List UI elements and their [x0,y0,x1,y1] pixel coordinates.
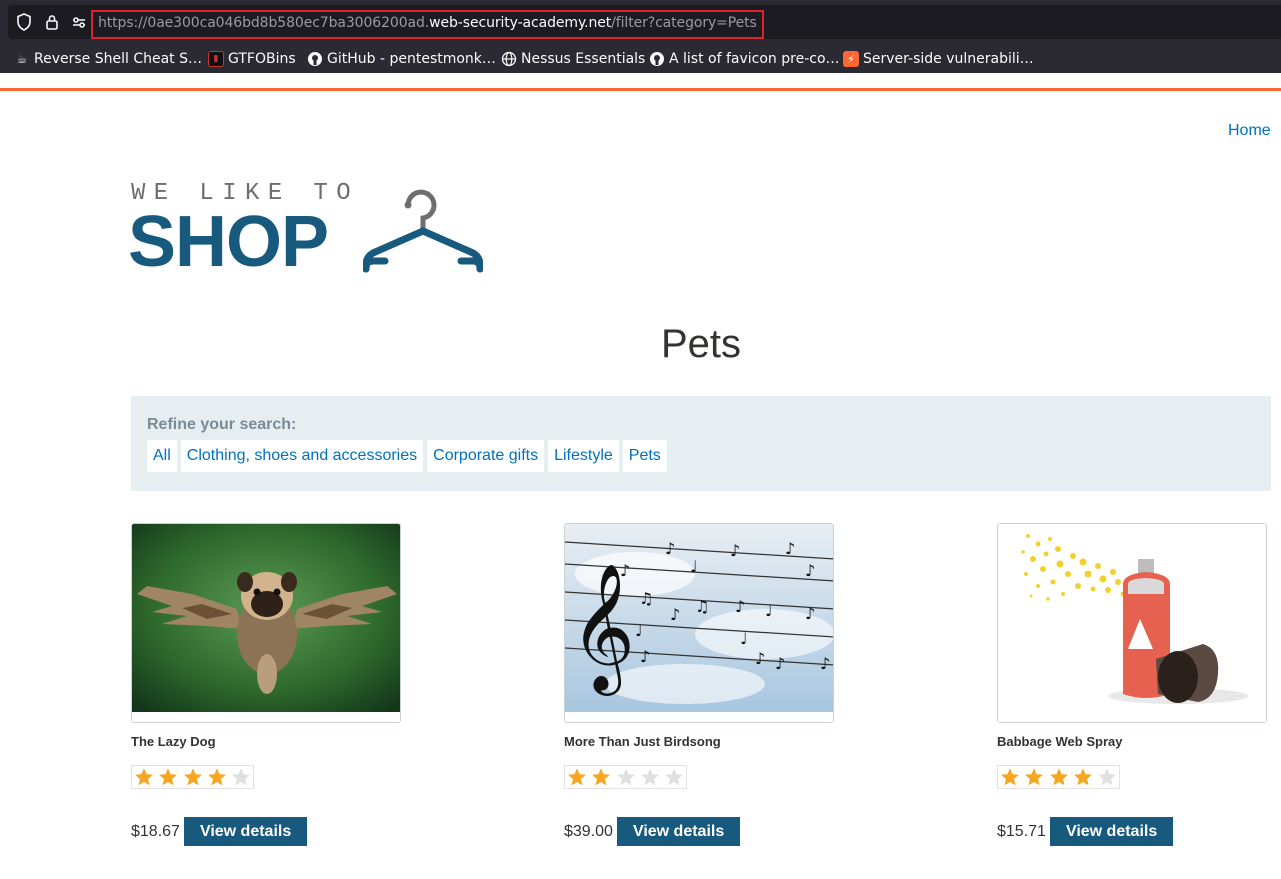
url-host: web-security-academy.net [429,15,612,31]
svg-text:♩: ♩ [690,557,698,576]
globe-icon [501,51,517,67]
url-path: /filter?category=Pets [611,15,757,31]
star-rating [997,765,1120,789]
svg-text:♫: ♫ [639,589,653,608]
bookmark-reverse-shell[interactable]: ☕ Reverse Shell Cheat S… [14,49,202,69]
product-name: More Than Just Birdsong [564,734,721,749]
bookmark-github-pentestmonkey[interactable]: GitHub - pentestmonk… [307,49,496,69]
page-title: Pets [660,322,742,366]
star-filled-icon [589,766,613,788]
filter-all[interactable]: All [147,440,177,472]
price-row: $39.00 View details [564,817,834,846]
svg-text:♩: ♩ [635,621,643,640]
product-card: 𝄞 ♪ ♫ ♩ ♪ ♫ ♩ ♪ ♪ ♩ ♩ ♪ ♪ ♪ ♪ ♪ ♪ ♪ ♪ More Than Just… [564,523,834,846]
birds-on-wires-music-image: 𝄞 ♪ ♫ ♩ ♪ ♫ ♩ ♪ ♪ ♩ ♩ ♪ ♪ ♪ ♪ ♪ ♪ ♪ ♪ [565,524,833,722]
star-empty-icon [229,766,253,788]
product-name: The Lazy Dog [131,734,216,749]
view-details-button[interactable]: View details [183,817,308,846]
bookmark-label: A list of favicon pre-co… [669,51,840,67]
svg-text:♪: ♪ [755,649,765,668]
product-image[interactable] [997,523,1267,723]
star-filled-icon [565,766,589,788]
shop-logo[interactable]: WE LIKE TO SHOP [128,180,483,282]
price-row: $15.71 View details [997,817,1267,846]
portswigger-icon: ⚡ [843,51,859,67]
star-filled-icon [180,766,204,788]
svg-text:♪: ♪ [670,605,680,624]
star-filled-icon [156,766,180,788]
view-details-button[interactable]: View details [616,817,741,846]
svg-text:♪: ♪ [620,561,630,580]
product-price: $39.00 [564,822,613,840]
star-filled-icon [132,766,156,788]
flying-pug-image [132,524,400,722]
filter-lifestyle[interactable]: Lifestyle [548,440,619,472]
svg-text:♪: ♪ [665,539,675,558]
bookmarks-toolbar: ☕ Reverse Shell Cheat S… ▮ GTFOBins GitH… [0,44,1281,73]
bookmark-label: GitHub - pentestmonk… [327,51,496,67]
hanger-icon [363,189,483,273]
product-image[interactable]: 𝄞 ♪ ♫ ♩ ♪ ♫ ♩ ♪ ♪ ♩ ♩ ♪ ♪ ♪ ♪ ♪ ♪ ♪ ♪ [564,523,834,723]
url-text[interactable]: https://0ae300ca046bd8b580ec7ba3006200ad… [98,13,757,33]
bookmark-label: Server-side vulnerabili… [863,51,1034,67]
bookmark-favicon-list[interactable]: A list of favicon pre-co… [649,49,840,69]
lock-icon[interactable] [45,13,59,35]
bookmark-gtfobins[interactable]: ▮ GTFOBins [208,49,296,69]
bookmark-label: Nessus Essentials [521,51,646,67]
spray-can-image [998,524,1266,722]
filter-clothing[interactable]: Clothing, shoes and accessories [180,440,424,472]
svg-text:♪: ♪ [820,654,830,673]
github-icon [307,51,323,67]
product-card: Babbage Web Spray $15.71 View details [997,523,1267,846]
product-price: $18.67 [131,822,180,840]
star-rating [564,765,687,789]
filter-corporate-gifts[interactable]: Corporate gifts [427,440,545,472]
star-filled-icon [1022,766,1046,788]
svg-text:♪: ♪ [640,647,650,666]
svg-text:♪: ♪ [805,561,815,580]
price-row: $18.67 View details [131,817,401,846]
svg-text:♪: ♪ [785,539,795,558]
star-filled-icon [998,766,1022,788]
svg-text:♪: ♪ [730,541,740,560]
cup-icon: ☕ [16,52,28,66]
shield-icon[interactable] [16,13,32,35]
svg-text:♩: ♩ [740,629,748,648]
filter-label: Refine your search: [147,416,297,433]
logo-wordmark: SHOP [128,202,329,282]
svg-text:♪: ♪ [735,597,745,616]
star-empty-icon [1095,766,1119,788]
star-empty-icon [662,766,686,788]
svg-text:𝄞: 𝄞 [570,562,635,696]
bookmark-label: GTFOBins [228,51,296,67]
svg-text:♫: ♫ [695,597,709,616]
svg-text:♩: ♩ [765,601,773,620]
star-filled-icon [205,766,229,788]
product-price: $15.71 [997,822,1046,840]
product-name: Babbage Web Spray [997,734,1123,749]
browser-toolbar: https://0ae300ca046bd8b580ec7ba3006200ad… [0,0,1281,44]
bookmark-nessus[interactable]: Nessus Essentials [501,49,645,69]
github-icon [649,51,665,67]
star-empty-icon [638,766,662,788]
product-image[interactable] [131,523,401,723]
home-link[interactable]: Home [1228,122,1271,140]
star-filled-icon [1071,766,1095,788]
filter-pets[interactable]: Pets [622,440,667,472]
product-card: The Lazy Dog $18.67 View details [131,523,401,846]
star-rating [131,765,254,789]
permissions-icon[interactable] [71,13,87,35]
star-filled-icon [1046,766,1070,788]
svg-text:♪: ♪ [775,654,785,673]
star-empty-icon [613,766,637,788]
view-details-button[interactable]: View details [1049,817,1174,846]
svg-text:♪: ♪ [805,604,815,623]
filter-panel: Refine your search: All Clothing, shoes … [131,396,1271,491]
header-accent-line [0,88,1281,91]
url-prefix: https://0ae300ca046bd8b580ec7ba3006200ad… [98,15,430,31]
filter-list: All Clothing, shoes and accessories Corp… [147,440,667,472]
bookmark-server-side-vulns[interactable]: ⚡ Server-side vulnerabili… [843,49,1034,69]
gtfobins-icon: ▮ [208,51,224,67]
bookmark-label: Reverse Shell Cheat S… [34,51,202,67]
